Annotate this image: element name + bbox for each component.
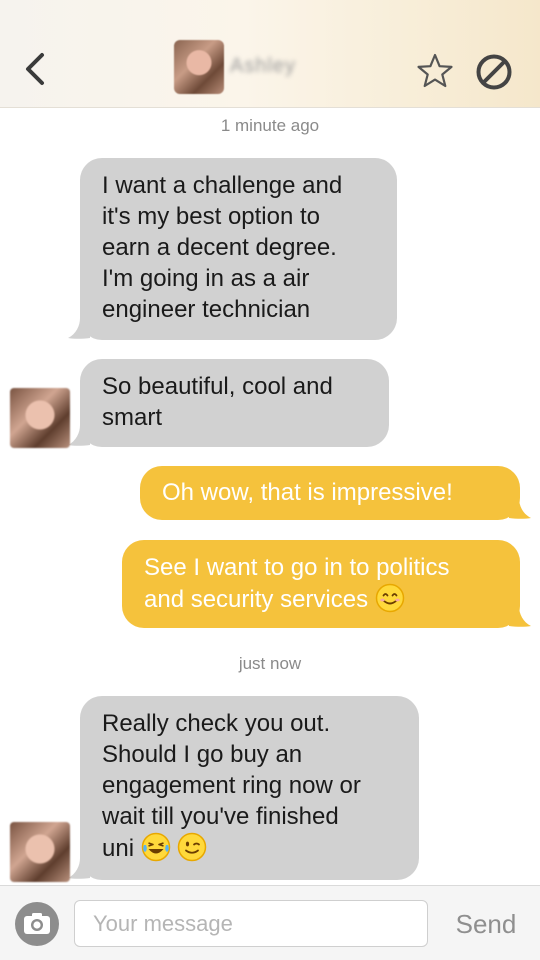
contact-avatar[interactable] <box>174 40 224 94</box>
favorite-button[interactable] <box>416 52 454 90</box>
message-line: Should I go buy an <box>102 741 303 768</box>
message-text: and security services <box>144 586 369 613</box>
message-line: engagement ring now or <box>102 772 361 799</box>
bubble-tail <box>509 498 531 519</box>
message-line: earn a decent degree. <box>102 234 337 261</box>
message-line: See I want to go in to politics <box>144 554 450 581</box>
message-line: I want a challenge and <box>102 172 343 199</box>
bubble-tail <box>68 425 90 446</box>
bubble-tail <box>68 318 90 339</box>
message-line: it's my best option to <box>102 203 321 230</box>
block-button[interactable] <box>474 52 514 92</box>
bubble-tail <box>68 858 90 879</box>
message-text: uni <box>102 835 135 862</box>
smiling-face-emoji <box>375 583 405 613</box>
message-composer: Send <box>0 885 540 960</box>
message-line: So beautiful, cool and <box>102 373 333 400</box>
send-button[interactable]: Send <box>446 904 526 944</box>
contact-avatar[interactable] <box>10 822 70 882</box>
message-line: engineer technician <box>102 296 311 323</box>
winking-face-emoji <box>178 832 207 862</box>
bubble-tail <box>509 606 531 627</box>
message-input[interactable] <box>74 900 428 947</box>
message-line: smart <box>102 404 162 431</box>
contact-avatar[interactable] <box>10 388 70 448</box>
incoming-message-bubble[interactable]: Really check you out. Should I go buy an… <box>80 696 419 880</box>
message-line: uni <box>102 832 397 864</box>
timestamp: just now <box>238 654 302 673</box>
timestamp: 1 minute ago <box>220 116 320 135</box>
message-line: wait till you've finished <box>102 803 339 830</box>
message-line: I'm going in as a air <box>102 265 310 292</box>
camera-icon <box>15 902 59 946</box>
tears-of-joy-emoji <box>141 832 170 862</box>
block-icon <box>476 54 512 90</box>
message-line: Oh wow, that is impressive! <box>162 479 453 506</box>
contact-name[interactable]: Ashley <box>230 55 350 79</box>
outgoing-message-bubble[interactable]: Oh wow, that is impressive! <box>140 466 520 520</box>
star-outline-icon <box>417 53 453 88</box>
chat-header: Ashley <box>0 0 540 108</box>
incoming-message-bubble[interactable]: So beautiful, cool and smart <box>80 359 389 447</box>
camera-button[interactable] <box>14 901 60 947</box>
outgoing-message-bubble[interactable]: See I want to go in to politics and secu… <box>122 540 520 628</box>
message-line: and security services <box>144 583 498 615</box>
back-button[interactable] <box>20 50 50 88</box>
incoming-message-bubble[interactable]: I want a challenge and it's my best opti… <box>80 158 397 340</box>
chevron-left-icon <box>26 53 44 85</box>
message-line: Really check you out. <box>102 710 331 737</box>
